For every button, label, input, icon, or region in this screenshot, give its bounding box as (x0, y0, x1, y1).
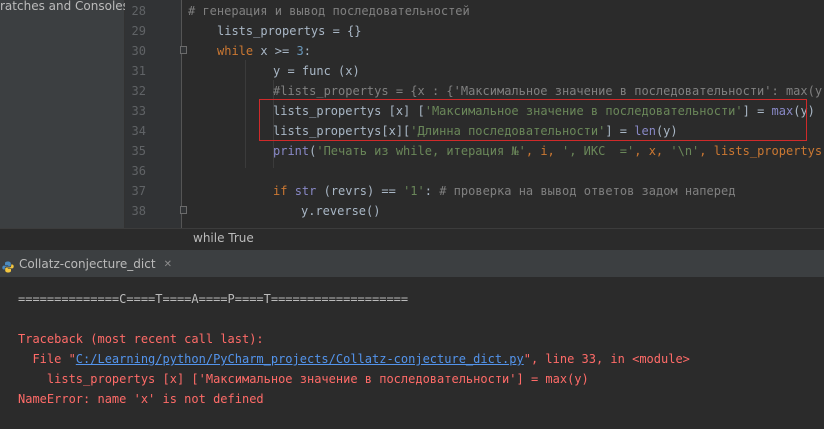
line-number: 35 (131, 144, 146, 158)
close-icon[interactable]: ✕ (164, 259, 172, 270)
run-tab-label: Collatz-conjecture_dict (19, 257, 156, 271)
code-line[interactable]: while x >= 3: (217, 41, 311, 61)
indent-guide (245, 60, 246, 168)
code-token: y.reverse() (301, 204, 381, 218)
code-token: 3 (296, 44, 304, 58)
code-line[interactable]: # генерация и вывод последовательностей (188, 1, 470, 21)
scratches-and-consoles-item[interactable]: ratches and Consoles (0, 0, 129, 12)
code-token: '\n' (670, 144, 700, 158)
run-panel-header: Collatz-conjecture_dict ✕ (0, 249, 824, 278)
code-token: str (294, 184, 317, 198)
code-line[interactable]: lists_propertys = {} (217, 21, 362, 41)
traceback-code-line: lists_propertys [x] ['Максимальное значе… (18, 372, 589, 386)
code-line[interactable]: if str (revrs) == '1': # проверка на выв… (273, 181, 735, 201)
file-prefix: File " (18, 352, 76, 366)
file-suffix: ", line 33, in <module> (523, 352, 690, 366)
code-token: while (217, 44, 254, 58)
code-token: # генерация и вывод последовательностей (188, 4, 470, 18)
code-token: , i, (525, 144, 562, 158)
code-token: lists_propertys (217, 24, 326, 38)
code-token: : (303, 44, 311, 58)
code-line[interactable]: y = func (x) (273, 61, 360, 81)
line-number: 38 (131, 204, 146, 218)
code-line[interactable]: #lists_propertys = {x : {'Максимальное з… (273, 81, 824, 101)
code-line[interactable]: print('Печать из while, итерация №', i, … (273, 141, 824, 161)
code-token: #lists_propertys = {x : {'Максимальное з… (273, 84, 824, 98)
code-token: if (273, 184, 288, 198)
code-token: (x) (338, 64, 360, 78)
line-number: 33 (131, 104, 146, 118)
code-token: : (424, 184, 432, 198)
line-number: 29 (131, 24, 146, 38)
code-token: , x, (634, 144, 671, 158)
line-number: 30 (131, 44, 146, 58)
python-icon (2, 258, 14, 273)
highlight-box (259, 99, 807, 141)
line-number: 36 (131, 164, 146, 178)
project-panel[interactable]: ratches and Consoles (0, 0, 129, 228)
line-number: 28 (131, 4, 146, 18)
error-message: NameError: name 'x' is not defined (18, 392, 264, 406)
breadcrumb[interactable]: while True (193, 231, 254, 245)
code-token: x >= (253, 44, 297, 58)
code-token: '1' (403, 184, 425, 198)
code-token: y = func (273, 64, 331, 78)
line-number: 37 (131, 184, 146, 198)
line-number: 34 (131, 124, 146, 138)
run-tab[interactable]: Collatz-conjecture_dict ✕ (0, 250, 180, 278)
code-token: = {} (325, 24, 362, 38)
code-token: (revrs) == (316, 184, 404, 198)
code-editor[interactable]: ratches and Consoles 28 29 30 31 32 33 34 35 36 3… (0, 0, 824, 228)
code-token: print (273, 144, 310, 158)
console-output[interactable]: ==============C====T====A====P====T=====… (0, 277, 824, 429)
line-number: 31 (131, 64, 146, 78)
console-separator-line: ==============C====T====A====P====T=====… (18, 292, 409, 306)
code-token: # проверка на вывод ответов задом напере… (432, 184, 736, 198)
traceback-file-line: File "C:/Learning/python/PyCharm_project… (18, 349, 690, 369)
traceback-header: Traceback (most recent call last): (18, 332, 264, 346)
code-token: , lists_propertys, ' (699, 144, 824, 158)
file-path-link[interactable]: C:/Learning/python/PyCharm_projects/Coll… (76, 352, 524, 366)
line-number: 32 (131, 84, 146, 98)
code-token: ', ИКС =' (562, 144, 635, 158)
code-token: 'Печать из while, итерация №' (316, 144, 526, 158)
line-number-gutter: 28 29 30 31 32 33 34 35 36 37 38 (125, 0, 181, 228)
code-line[interactable]: y.reverse() (301, 201, 380, 221)
breadcrumb-bar: while True (0, 228, 824, 249)
